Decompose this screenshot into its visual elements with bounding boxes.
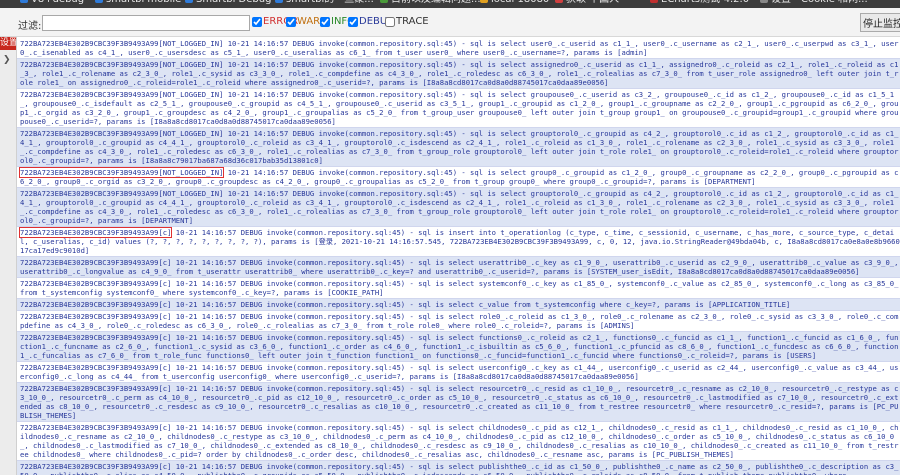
log-list: 722BA723EB4E302B9CBC39F3B9493A99[NOT_LOG… xyxy=(17,38,900,475)
bookmark-label: V8+debug xyxy=(31,0,84,5)
log-entry-session-id: 722BA723EB4E302B9CBC39F3B9493A99[c] xyxy=(20,300,172,309)
log-entry[interactable]: 722BA723EB4E302B9CBC39F3B9493A99[c] 10-2… xyxy=(17,299,900,311)
bookmark-label: ECharts测试-4.2.0 xyxy=(661,0,749,5)
bookmarks-bar: V8+debug smartbi mobile Smartbi Debug smart… xyxy=(0,0,900,8)
bookmark-label: 设置 - Cookie 和网... xyxy=(771,0,868,5)
log-entry[interactable]: 722BA723EB4E302B9CBC39F3B9493A99[NOT_LOG… xyxy=(17,128,900,167)
log-entry-session-id: 722BA723EB4E302B9CBC39F3B9493A99[c] xyxy=(20,279,172,288)
log-entry-session-id: 722BA723EB4E302B9CBC39F3B9493A99[c] xyxy=(20,423,172,432)
log-entry-session-id: 722BA723EB4E302B9CBC39F3B9493A99[c] xyxy=(20,462,172,471)
bookmark-favicon-icon xyxy=(275,0,283,3)
trace-checkbox[interactable]: TRACE xyxy=(385,16,429,27)
bookmark-item[interactable]: local 18080 xyxy=(480,0,549,6)
log-entry-session-id: 722BA723EB4E302B9CBC39F3B9493A99[c] xyxy=(20,312,172,321)
log-toolbar: 过滤: ERROR WARN INFO DEBUG TRACE 停止监控 xyxy=(0,8,900,37)
bookmark-favicon-icon xyxy=(20,0,28,3)
bookmark-favicon-icon xyxy=(480,0,488,3)
bookmark-favicon-icon xyxy=(185,0,193,3)
settings-button[interactable]: 设置 xyxy=(0,37,16,50)
bookmark-item[interactable]: 目前以及编辑问题... xyxy=(380,0,481,6)
log-entry-session-id: 722BA723EB4E302B9CBC39F3B9493A99[NOT_LOG… xyxy=(20,60,224,69)
log-entry-session-id: 722BA723EB4E302B9CBC39F3B9493A99[NOT_LOG… xyxy=(18,167,225,178)
log-entry[interactable]: 722BA723EB4E302B9CBC39F3B9493A99[NOT_LOG… xyxy=(17,89,900,128)
bookmark-item[interactable]: Smartbi Debug xyxy=(185,0,271,6)
bookmark-favicon-icon xyxy=(760,0,768,3)
filter-label: 过滤: xyxy=(18,21,42,32)
log-entry[interactable]: 722BA723EB4E302B9CBC39F3B9493A99[c] 10-2… xyxy=(17,422,900,461)
log-entry[interactable]: 722BA723EB4E302B9CBC39F3B9493A99[NOT_LOG… xyxy=(17,167,900,188)
log-entry[interactable]: 722BA723EB4E302B9CBC39F3B9493A99[c] 10-2… xyxy=(17,362,900,383)
log-entry[interactable]: 722BA723EB4E302B9CBC39F3B9493A99[c] 10-2… xyxy=(17,461,900,475)
bookmark-item[interactable]: V8+debug xyxy=(20,0,84,6)
log-entry-session-id: 722BA723EB4E302B9CBC39F3B9493A99[NOT_LOG… xyxy=(20,39,224,48)
bookmark-favicon-icon xyxy=(95,0,103,3)
log-entry-session-id: 722BA723EB4E302B9CBC39F3B9493A99[c] xyxy=(20,333,172,342)
log-entry-session-id: 722BA723EB4E302B9CBC39F3B9493A99[c] xyxy=(20,258,172,267)
log-entry[interactable]: 722BA723EB4E302B9CBC39F3B9493A99[NOT_LOG… xyxy=(17,59,900,89)
bookmark-item[interactable]: smartbi mobile xyxy=(95,0,181,6)
log-entry-session-id: 722BA723EB4E302B9CBC39F3B9493A99[NOT_LOG… xyxy=(20,90,224,99)
bookmark-item[interactable]: smartbi的一些聚... xyxy=(275,0,374,6)
chevron-right-icon[interactable]: ❯ xyxy=(3,55,11,65)
log-entry[interactable]: 722BA723EB4E302B9CBC39F3B9493A99[c] 10-2… xyxy=(17,332,900,362)
log-entry-session-id: 722BA723EB4E302B9CBC39F3B9493A99[NOT_LOG… xyxy=(20,129,224,138)
log-entry[interactable]: 722BA723EB4E302B9CBC39F3B9493A99[c] 10-2… xyxy=(17,383,900,422)
log-entry-session-id: 722BA723EB4E302B9CBC39F3B9493A99[c] xyxy=(20,384,172,393)
log-entry-session-id: 722BA723EB4E302B9CBC39F3B9493A99[c] xyxy=(20,363,172,372)
log-entry[interactable]: 722BA723EB4E302B9CBC39F3B9493A99[c] 10-2… xyxy=(17,311,900,332)
bookmark-item[interactable]: 获取 中国人 xyxy=(555,0,619,6)
bookmark-favicon-icon xyxy=(555,0,563,3)
error-checkbox-input[interactable] xyxy=(252,16,262,27)
bookmark-favicon-icon xyxy=(650,0,658,3)
bookmark-label: Smartbi Debug xyxy=(196,0,271,5)
left-sidebar: 设置 ❯ xyxy=(0,37,17,475)
log-entry[interactable]: 722BA723EB4E302B9CBC39F3B9493A99[NOT_LOG… xyxy=(17,38,900,59)
bookmark-label: 获取 中国人 xyxy=(566,0,619,5)
trace-checkbox-input[interactable] xyxy=(385,16,395,27)
bookmark-favicon-icon xyxy=(380,0,388,3)
info-checkbox-input[interactable] xyxy=(320,16,330,27)
log-entry[interactable]: 722BA723EB4E302B9CBC39F3B9493A99[c] 10-2… xyxy=(17,278,900,299)
log-entry[interactable]: 722BA723EB4E302B9CBC39F3B9493A99[c] 10-2… xyxy=(17,227,900,257)
bookmark-label: 目前以及编辑问题... xyxy=(391,0,481,5)
filter-input[interactable] xyxy=(42,15,250,31)
warn-checkbox-input[interactable] xyxy=(286,16,296,27)
bookmark-label: smartbi mobile xyxy=(106,0,181,5)
log-entry[interactable]: 722BA723EB4E302B9CBC39F3B9493A99[NOT_LOG… xyxy=(17,188,900,227)
bookmark-item[interactable]: ECharts测试-4.2.0 xyxy=(650,0,749,6)
bookmark-label: local 18080 xyxy=(491,0,549,5)
stop-monitoring-button[interactable]: 停止监控 xyxy=(860,13,900,32)
trace-checkbox-label: TRACE xyxy=(396,16,429,27)
log-entry[interactable]: 722BA723EB4E302B9CBC39F3B9493A99[c] 10-2… xyxy=(17,257,900,278)
debug-checkbox-input[interactable] xyxy=(348,16,358,27)
log-entry-message: 10-21 14:16:57 DEBUG invoke(common.repos… xyxy=(171,300,791,309)
bookmark-item[interactable]: 设置 - Cookie 和网... xyxy=(760,0,868,6)
log-entry-session-id: 722BA723EB4E302B9CBC39F3B9493A99[c] xyxy=(18,227,173,238)
log-entry-session-id: 722BA723EB4E302B9CBC39F3B9493A99[NOT_LOG… xyxy=(20,189,224,198)
bookmark-label: smartbi的一些聚... xyxy=(286,0,374,5)
